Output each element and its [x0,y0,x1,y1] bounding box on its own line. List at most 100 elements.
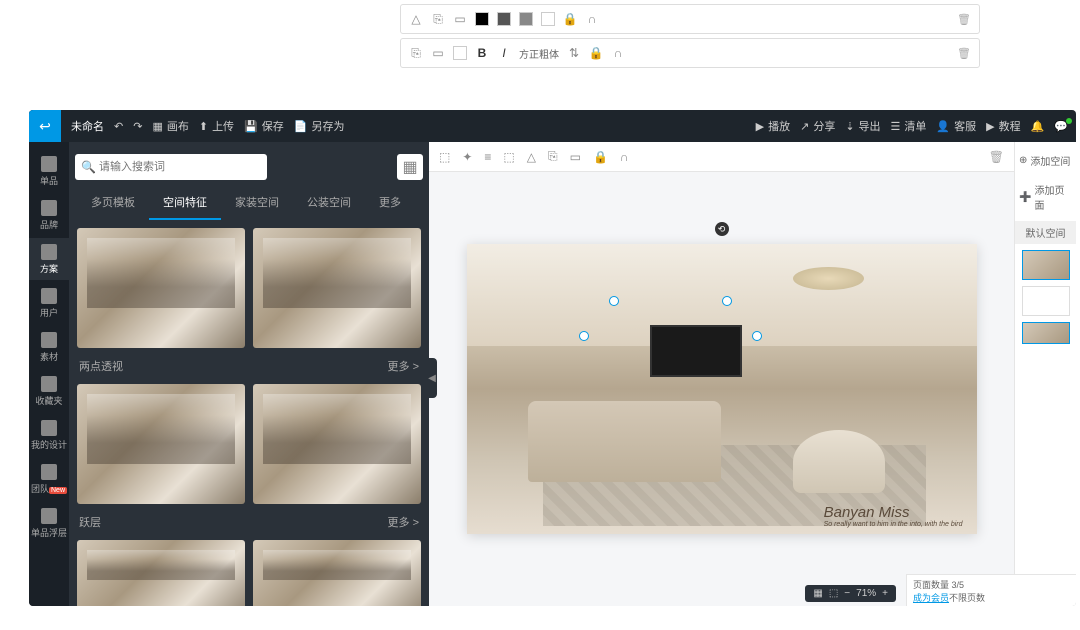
chat-icon[interactable]: 💬 [1054,120,1068,133]
swatch-gray[interactable] [519,12,533,26]
app-window: ↩ 未命名 ↶ ↷ ▦ 画布 ⬆ 上传 💾 保存 📄 另存为 ▶ 播放 ↗ 分享… [29,110,1076,606]
default-space-label: 默认空间 [1015,221,1076,244]
canvas-area: ⬚ ✦ ≡ ⬚ △ ⎘ ▭ 🔒 ∩ 🗑 Banyan Miss So reall… [429,110,1014,606]
updown-icon[interactable]: ⇅ [567,46,581,60]
nav-item-scheme[interactable]: 方案 [29,238,69,280]
status-bar: 页面数量 3/5 成为会员不限页数 [906,574,1076,606]
page-thumb[interactable] [1022,322,1070,344]
tabs: 多页模板 空间特征 家装空间 公装空间 更多 [69,186,429,220]
trash-icon[interactable]: 🗑 [957,47,971,60]
tutorial-button[interactable]: ▶ 教程 [986,118,1020,134]
lock-icon[interactable]: 🔒 [589,46,603,60]
nav-item-user[interactable]: 用户 [29,282,69,324]
trash-icon[interactable]: 🗑 [957,13,971,26]
chandelier-shape [793,267,864,290]
upgrade-link[interactable]: 成为会员 [913,593,949,603]
tab-home[interactable]: 家装空间 [221,186,293,220]
canvas-button[interactable]: ▦ 画布 [152,118,188,134]
crop-icon[interactable]: ⬚ [503,150,514,164]
selection-handle[interactable] [722,296,732,306]
swatch-black[interactable] [475,12,489,26]
upload-button[interactable]: ⬆ 上传 [199,118,234,134]
magic-icon[interactable]: ✦ [462,150,472,164]
select-icon[interactable]: ⬚ [439,150,450,164]
more-link[interactable]: 更多 > [388,514,419,530]
tab-public[interactable]: 公装空间 [293,186,365,220]
artwork[interactable]: Banyan Miss So really want to him in the… [467,244,977,534]
page-thumb[interactable] [1022,250,1070,280]
tab-feature[interactable]: 空间特征 [149,186,221,220]
selection-handle[interactable] [752,331,762,341]
thumb[interactable] [253,228,421,348]
trash-icon[interactable]: 🗑 [989,150,1004,164]
zoom-out-button[interactable]: − [844,588,850,599]
thumb[interactable] [253,384,421,504]
topbar: ↩ 未命名 ↶ ↷ ▦ 画布 ⬆ 上传 💾 保存 📄 另存为 ▶ 播放 ↗ 分享… [29,110,1076,142]
fit-icon[interactable]: ⬚ [829,588,838,599]
swatch-dark[interactable] [497,12,511,26]
selection-handle[interactable] [579,331,589,341]
add-space-button[interactable]: ⊕ 添加空间 [1015,148,1076,173]
section-header: 跃层 更多 > [77,510,421,534]
thumb[interactable] [77,228,245,348]
swatch-white[interactable] [453,46,467,60]
warning-icon[interactable]: △ [409,12,423,26]
nav-item-product[interactable]: 单品 [29,150,69,192]
save-button[interactable]: 💾 保存 [244,118,284,134]
copy-icon[interactable]: ⎘ [548,149,558,164]
redo-button[interactable]: ↷ [133,120,142,133]
sofa-shape [793,430,885,494]
flip-icon[interactable]: △ [527,150,536,164]
layer-icon[interactable]: ▭ [570,150,581,164]
page-thumb-blank[interactable] [1022,286,1070,316]
copy-icon[interactable]: ⎘ [409,46,423,60]
zoom-in-button[interactable]: + [882,588,888,599]
nav-item-material[interactable]: 素材 [29,326,69,368]
logo-button[interactable]: ↩ [29,110,61,142]
swatch-white[interactable] [541,12,555,26]
grid-icon[interactable]: ▦ [813,588,822,599]
nav-item-float[interactable]: 单品浮层 [29,502,69,544]
tv-shape [650,325,742,377]
stage[interactable]: Banyan Miss So really want to him in the… [429,172,1014,606]
lock-icon[interactable]: 🔒 [593,150,608,164]
thumb[interactable] [77,540,245,606]
service-button[interactable]: 👤 客服 [936,118,976,134]
left-nav: 单品 品牌 方案 用户 素材 收藏夹 我的设计 团队New 单品浮层 [29,110,69,606]
gallery: 两点透视 更多 > 跃层 更多 > [69,220,429,606]
add-page-button[interactable]: ➕ 添加页面 [1015,177,1076,217]
bell-icon[interactable]: 🔔 [1031,120,1045,133]
saveas-button[interactable]: 📄 另存为 [294,118,345,134]
panel-collapse-handle[interactable]: ◀ [427,358,437,398]
italic-button[interactable]: I [497,46,511,60]
tab-template[interactable]: 多页模板 [77,186,149,220]
search-input[interactable] [75,154,267,180]
selection-handle[interactable] [609,296,619,306]
thumb[interactable] [77,384,245,504]
arch-icon[interactable]: ∩ [585,12,599,26]
lock-icon[interactable]: 🔒 [563,12,577,26]
more-link[interactable]: 更多 > [388,358,419,374]
font-select[interactable]: 方正粗体 [519,46,559,61]
list-button[interactable]: ☰ 清单 [891,118,927,134]
bold-button[interactable]: B [475,46,489,60]
export-button[interactable]: ⇣ 导出 [845,118,880,134]
rotate-handle[interactable]: ⟲ [715,222,729,236]
copy-icon[interactable]: ⎘ [431,12,445,26]
tab-more[interactable]: 更多 [365,186,415,220]
play-button[interactable]: ▶ 播放 [756,118,790,134]
nav-item-mydesign[interactable]: 我的设计 [29,414,69,456]
canvas-toolbar: ⬚ ✦ ≡ ⬚ △ ⎘ ▭ 🔒 ∩ 🗑 [429,142,1014,172]
undo-button[interactable]: ↶ [114,120,123,133]
thumb[interactable] [253,540,421,606]
nav-item-brand[interactable]: 品牌 [29,194,69,236]
print-icon[interactable]: ▭ [431,46,445,60]
nav-item-favorite[interactable]: 收藏夹 [29,370,69,412]
grid-toggle-icon[interactable]: ▦ [397,154,423,180]
print-icon[interactable]: ▭ [453,12,467,26]
nav-item-team[interactable]: 团队New [29,458,69,500]
arch-icon[interactable]: ∩ [620,150,629,164]
align-icon[interactable]: ≡ [484,150,491,164]
share-button[interactable]: ↗ 分享 [800,118,835,134]
arch-icon[interactable]: ∩ [611,46,625,60]
